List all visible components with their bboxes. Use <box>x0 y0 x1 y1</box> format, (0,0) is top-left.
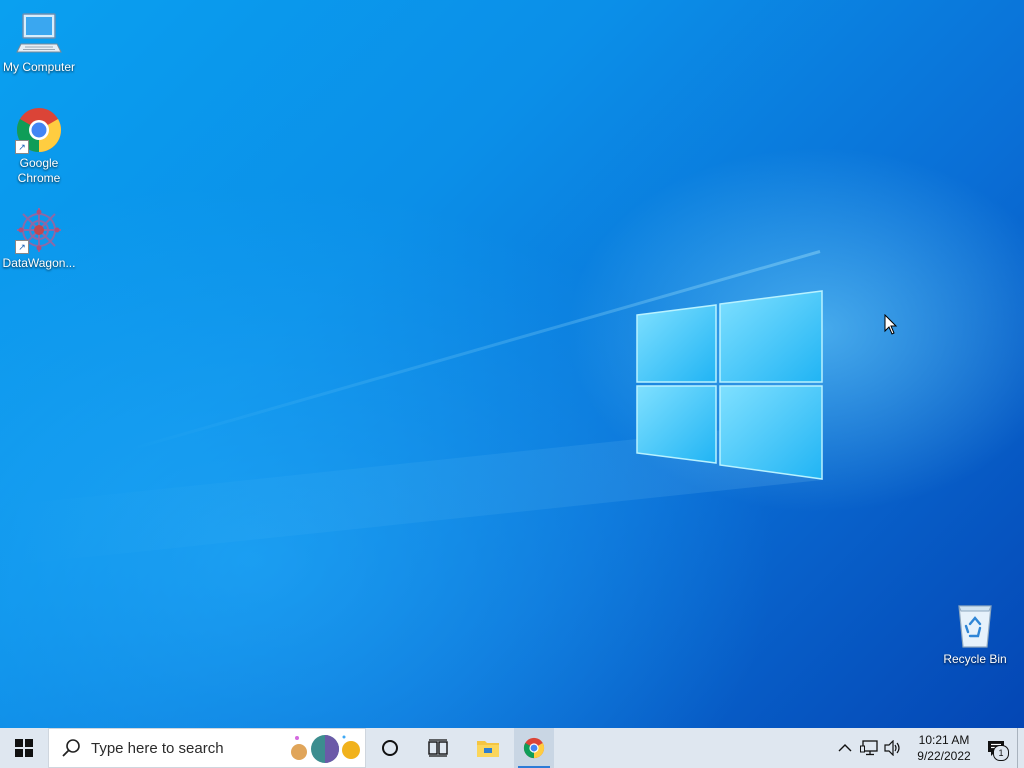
tray-volume-button[interactable] <box>881 728 905 768</box>
desktop-icon-my-computer[interactable]: My Computer <box>0 10 78 75</box>
notification-count-badge: 1 <box>993 745 1009 761</box>
search-icon <box>62 739 80 757</box>
desktop[interactable]: My Computer ↗ Google Chrome ↗ DataWagon.… <box>0 0 1024 728</box>
shortcut-arrow-icon: ↗ <box>15 240 29 254</box>
action-center-button[interactable]: 1 <box>979 728 1013 768</box>
windows-start-icon <box>15 739 33 757</box>
windows-wallpaper-logo <box>636 290 823 480</box>
chrome-icon: ↗ <box>15 106 63 154</box>
desktop-icon-label: Google Chrome <box>17 156 61 185</box>
desktop-icon-recycle-bin[interactable]: Recycle Bin <box>936 602 1014 667</box>
desktop-icon-datawagon[interactable]: ↗ DataWagon... <box>0 206 78 271</box>
cortana-circle-icon <box>382 740 398 756</box>
taskbar-clock[interactable]: 10:21 AM 9/22/2022 <box>909 732 979 764</box>
desktop-icon-label: DataWagon... <box>2 256 76 270</box>
search-placeholder: Type here to search <box>91 739 224 757</box>
tray-network-button[interactable] <box>857 728 881 768</box>
clock-date: 9/22/2022 <box>917 749 971 763</box>
chrome-icon <box>523 737 545 759</box>
desktop-icon-label: Recycle Bin <box>943 652 1007 666</box>
taskbar: Type here to search 10:21 AM 9/22/2022 1 <box>0 728 1024 768</box>
taskbar-file-explorer[interactable] <box>462 728 514 768</box>
task-view-button[interactable] <box>414 728 462 768</box>
desktop-icon-label: My Computer <box>2 60 76 74</box>
desktop-icon-google-chrome[interactable]: ↗ Google Chrome <box>0 106 78 186</box>
chevron-up-icon <box>838 744 852 752</box>
system-tray: 10:21 AM 9/22/2022 1 <box>833 728 1024 768</box>
taskbar-search-box[interactable]: Type here to search <box>48 728 366 768</box>
recycle-bin-icon <box>951 602 999 650</box>
mouse-cursor-icon <box>884 314 898 335</box>
datawagon-icon: ↗ <box>15 206 63 254</box>
task-view-icon <box>428 739 448 757</box>
clock-time: 10:21 AM <box>918 733 970 747</box>
search-highlight-image <box>291 735 360 763</box>
folder-icon <box>477 741 499 757</box>
computer-icon <box>15 10 63 58</box>
cortana-button[interactable] <box>366 728 414 768</box>
tray-chevron-button[interactable] <box>833 728 857 768</box>
taskbar-google-chrome[interactable] <box>514 728 554 768</box>
show-desktop-button[interactable] <box>1017 728 1024 768</box>
shortcut-arrow-icon: ↗ <box>15 140 29 154</box>
start-button[interactable] <box>0 728 48 768</box>
volume-icon <box>884 740 900 756</box>
network-icon <box>860 740 878 756</box>
